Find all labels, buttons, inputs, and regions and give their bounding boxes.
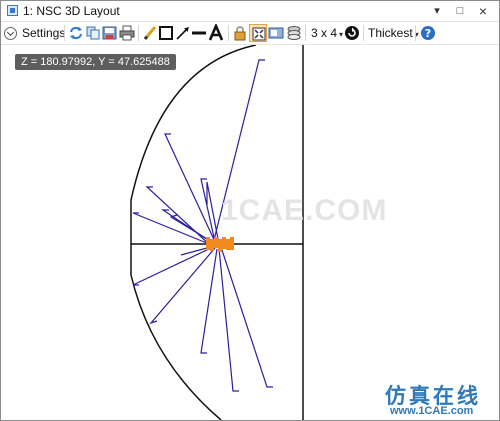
print-icon[interactable]	[118, 24, 136, 42]
app-icon	[7, 5, 18, 16]
source-emitter	[218, 239, 222, 252]
window-title: 1: NSC 3D Layout	[23, 4, 120, 18]
source-emitter	[206, 237, 210, 250]
source-emitter	[226, 239, 230, 250]
toolbar-separator	[415, 25, 416, 41]
ray-path	[220, 246, 273, 388]
parabolic-reflector	[130, 44, 257, 420]
minimize-icon[interactable]: ▾	[429, 3, 445, 19]
rectangle-icon[interactable]	[157, 24, 175, 42]
chevron-down-icon	[4, 26, 17, 40]
lock-icon[interactable]	[231, 24, 249, 42]
title-bar[interactable]: 1: NSC 3D Layout ▾ □ ×	[1, 1, 499, 22]
svg-text:?: ?	[425, 27, 431, 40]
coordinate-readout: Z = 180.97992, Y = 47.625488	[15, 54, 176, 70]
close-icon[interactable]: ×	[475, 3, 491, 19]
text-icon[interactable]	[207, 24, 225, 42]
toolbar-separator	[138, 25, 139, 41]
toolbar-separator	[64, 25, 65, 41]
refresh-icon[interactable]	[67, 24, 85, 42]
restore-icon[interactable]: □	[452, 3, 468, 19]
layers-icon[interactable]	[285, 24, 303, 42]
fit-icon[interactable]	[249, 24, 267, 42]
help-icon[interactable]: ?	[419, 24, 437, 42]
source-emitter	[210, 239, 214, 251]
source-emitter	[222, 237, 226, 249]
source-emitter	[214, 237, 218, 248]
thickness-dropdown[interactable]: Thickest ▾	[368, 26, 419, 40]
ray-path	[200, 248, 218, 354]
toolbar-separator	[363, 25, 364, 41]
light-source	[206, 237, 234, 252]
ray-path	[145, 186, 212, 247]
settings-label: Settings	[22, 26, 66, 40]
snapshot-icon[interactable]	[267, 24, 285, 42]
copy-icon[interactable]	[84, 24, 102, 42]
center-watermark: 1CAE.COM	[221, 194, 388, 227]
toolbar: Settings 3 x 4 ▾ Thickest ▾ ?	[1, 22, 499, 45]
rotate-icon[interactable]	[343, 24, 361, 42]
watermark-url: www.1CAE.com	[390, 405, 474, 417]
source-emitter	[230, 237, 234, 250]
ray-path	[149, 247, 216, 325]
nsc-3d-layout-window: 1: NSC 3D Layout ▾ □ × Settings 3 x 4 ▾ …	[0, 0, 500, 421]
save-icon[interactable]	[101, 24, 119, 42]
layout-grid-label: 3 x 4	[311, 26, 338, 40]
layout-viewport[interactable]	[1, 44, 499, 420]
thickness-label: Thickest	[368, 26, 413, 40]
settings-button[interactable]: Settings	[4, 23, 65, 43]
line-icon[interactable]	[190, 24, 208, 42]
ray-trace-plot	[130, 44, 304, 420]
layout-grid-dropdown[interactable]: 3 x 4 ▾	[311, 26, 343, 40]
ray-path	[132, 246, 214, 286]
toolbar-separator	[228, 25, 229, 41]
toolbar-separator	[305, 25, 306, 41]
